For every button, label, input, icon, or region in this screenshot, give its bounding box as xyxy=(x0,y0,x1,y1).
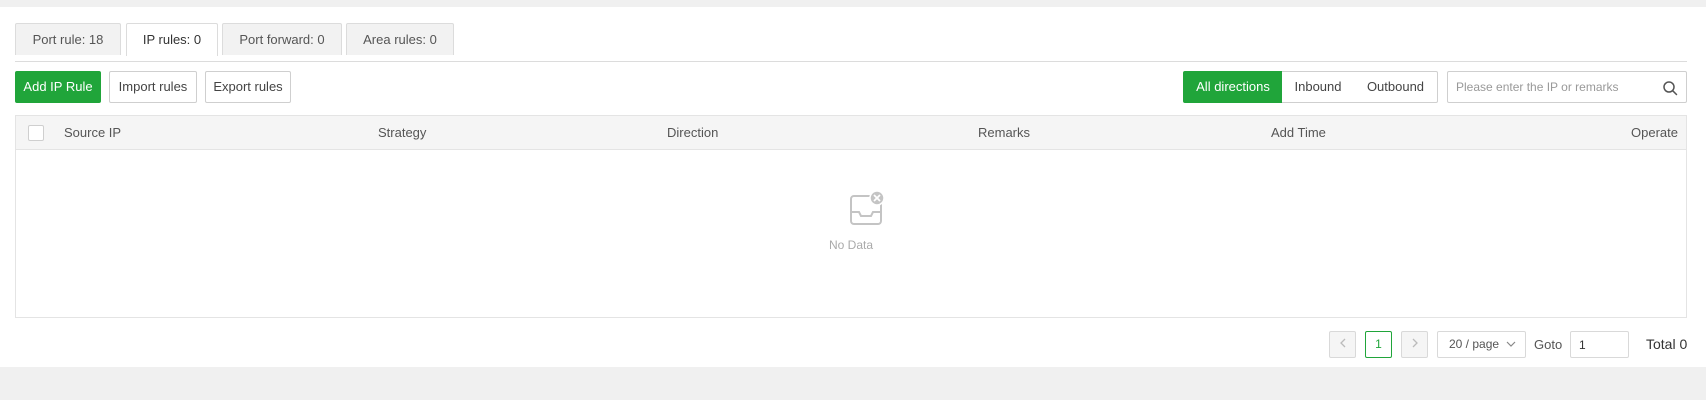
goto-page-input[interactable] xyxy=(1570,331,1629,358)
column-source-ip: Source IP xyxy=(64,125,122,140)
prev-page-button[interactable] xyxy=(1329,331,1356,358)
column-remarks: Remarks xyxy=(978,125,1031,140)
add-ip-rule-button[interactable]: Add IP Rule xyxy=(15,71,101,103)
next-page-button[interactable] xyxy=(1401,331,1428,358)
empty-inbox-icon xyxy=(848,190,886,228)
column-strategy: Strategy xyxy=(378,125,427,140)
select-all-checkbox[interactable] xyxy=(28,125,44,141)
search-box xyxy=(1447,71,1687,103)
column-operate: Operate xyxy=(1631,125,1678,140)
ip-rules-table: Source IP Strategy Direction Remarks Add… xyxy=(15,115,1687,318)
tab-port-forward[interactable]: Port forward: 0 xyxy=(222,23,342,55)
empty-text: No Data xyxy=(828,238,874,252)
page-size-select[interactable]: 20 / page xyxy=(1437,331,1526,358)
empty-state: No Data xyxy=(16,150,1686,317)
table-header: Source IP Strategy Direction Remarks Add… xyxy=(16,116,1686,150)
chevron-right-icon xyxy=(1411,337,1419,351)
import-rules-button[interactable]: Import rules xyxy=(109,71,197,103)
search-input[interactable] xyxy=(1448,72,1658,102)
chevron-down-icon xyxy=(1506,332,1516,357)
filter-outbound[interactable]: Outbound xyxy=(1354,71,1438,103)
page-size-label: 20 / page xyxy=(1449,337,1500,351)
filter-inbound[interactable]: Inbound xyxy=(1282,71,1355,103)
filter-all-directions[interactable]: All directions xyxy=(1183,71,1283,103)
main-panel: Port rule: 18 IP rules: 0 Port forward: … xyxy=(0,7,1706,367)
rule-tabs: Port rule: 18 IP rules: 0 Port forward: … xyxy=(15,23,1687,62)
goto-label: Goto xyxy=(1534,337,1563,352)
search-icon[interactable] xyxy=(1662,80,1678,96)
column-direction: Direction xyxy=(667,125,719,140)
total-count: Total 0 xyxy=(1646,336,1688,352)
chevron-left-icon xyxy=(1339,337,1347,351)
tab-area-rules[interactable]: Area rules: 0 xyxy=(346,23,454,55)
tab-ip-rules[interactable]: IP rules: 0 xyxy=(126,23,218,56)
column-add-time: Add Time xyxy=(1271,125,1326,140)
export-rules-button[interactable]: Export rules xyxy=(205,71,291,103)
tab-port-rule[interactable]: Port rule: 18 xyxy=(15,23,121,55)
page-1-button[interactable]: 1 xyxy=(1365,331,1392,358)
